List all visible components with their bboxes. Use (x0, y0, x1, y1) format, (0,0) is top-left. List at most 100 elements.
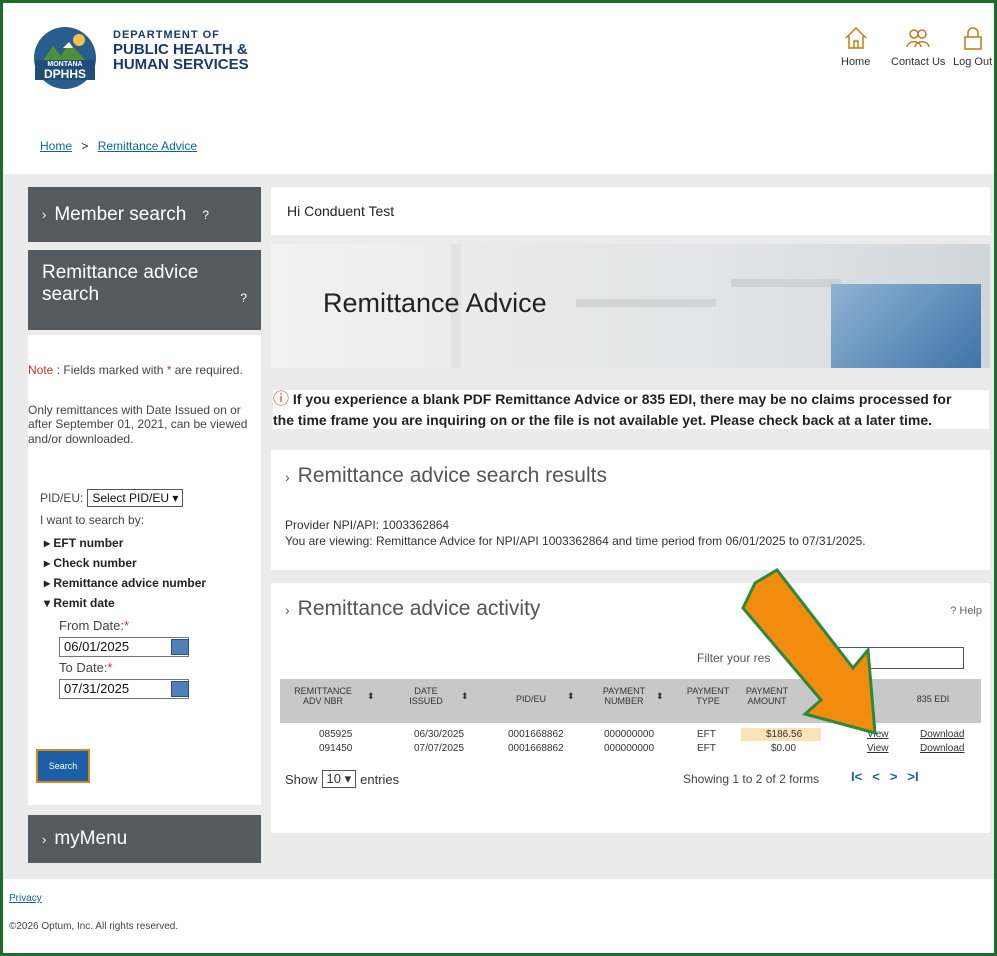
remit-search-title-line2: search (42, 283, 100, 305)
breadcrumb-separator: > (81, 139, 89, 153)
greeting-text: Hi Conduent Test (287, 203, 395, 219)
note-label: Note (28, 363, 54, 377)
option-eft-label: EFT number (53, 536, 124, 550)
activity-title: › Remittance advice activity (285, 597, 541, 620)
entries-select-value: 10 (326, 771, 341, 786)
pagination: I< < > >I (851, 769, 919, 784)
sort-icon[interactable]: ⬍ (567, 691, 575, 701)
breadcrumb: Home > Remittance Advice (40, 139, 197, 153)
first-page-button[interactable]: I< (851, 769, 862, 784)
showing-text: Showing 1 to 2 of 2 forms (683, 772, 820, 786)
to-date-input[interactable]: 07/31/2025 (59, 679, 189, 699)
option-remit-date[interactable]: ▾ Remit date (44, 593, 206, 613)
last-page-button[interactable]: >I (907, 769, 918, 784)
greeting-bar: Hi Conduent Test (271, 187, 990, 235)
results-title: › Remittance advice search results (285, 464, 607, 487)
logout-nav-button[interactable]: Log Out (953, 25, 992, 68)
remit-search-form: Note : Fields marked with * are required… (28, 335, 261, 805)
search-by-label: I want to search by: (40, 513, 145, 527)
download-link[interactable]: Download (920, 729, 964, 740)
logo-line1: DEPARTMENT OF (113, 29, 220, 41)
warning-line2: the time frame you are inquiring on or t… (273, 411, 933, 428)
note-body2: are required. (171, 363, 243, 377)
from-date-input[interactable]: 06/01/2025 (59, 637, 189, 657)
cell-payment-number: 000000000 (604, 743, 655, 754)
pid-label: PID/EU: (40, 491, 84, 505)
warning-message: ⓘ If you experience a blank PDF Remittan… (273, 390, 989, 429)
next-page-button[interactable]: > (890, 769, 898, 784)
sort-icon[interactable]: ⬍ (656, 691, 664, 701)
pid-select[interactable]: Select PID/EU ▾ (87, 489, 184, 507)
from-date-label: From Date:* (59, 618, 130, 633)
sort-icon[interactable]: ⬍ (367, 691, 375, 701)
col-header-pid[interactable]: PID/EU (511, 694, 551, 704)
cell-payment-number: 000000000 (604, 729, 655, 740)
chevron-right-icon: › (42, 207, 47, 222)
mymenu-panel[interactable]: › myMenu (28, 815, 261, 863)
entries-select[interactable]: 10 ▾ (321, 770, 357, 788)
help-link[interactable]: ? Help (950, 605, 982, 617)
search-button[interactable]: Search (36, 749, 90, 783)
cell-date-issued: 06/30/2025 (414, 729, 465, 740)
option-check-number[interactable]: ▸ Check number (44, 553, 206, 573)
prev-page-button[interactable]: < (872, 769, 880, 784)
entries-control: Show 10 ▾ entries (285, 770, 399, 788)
breadcrumb-home-link[interactable]: Home (40, 139, 72, 153)
pid-row: PID/EU: Select PID/EU ▾ (40, 489, 184, 507)
activity-title-text: Remittance advice activity (297, 597, 541, 620)
option-check-label: Check number (53, 556, 137, 570)
remit-search-title-line1: Remittance advice (42, 262, 199, 283)
contact-nav-button[interactable]: Contact Us (891, 25, 945, 68)
col-header-835-edi: 835 EDI (916, 694, 950, 704)
to-date-label: To Date:* (59, 660, 113, 675)
cell-payment-type: EFT (697, 743, 716, 754)
dphhs-logo-icon: MONTANA DPHHS (34, 27, 96, 89)
results-title-text: Remittance advice search results (297, 464, 607, 487)
option-remittance-number[interactable]: ▸ Remittance advice number (44, 573, 206, 593)
col-header-date-issued[interactable]: DATE ISSUED (401, 686, 451, 707)
cell-remit-nbr: 085925 (319, 729, 353, 740)
privacy-link[interactable]: Privacy (9, 893, 42, 904)
results-panel: › Remittance advice search results Provid… (271, 450, 990, 570)
view-link[interactable]: View (867, 743, 889, 754)
hero-banner: Remittance Advice (271, 244, 990, 368)
logout-nav-label: Log Out (953, 56, 993, 68)
col-header-remit-nbr[interactable]: REMITTANCE ADV NBR (287, 686, 359, 707)
calendar-icon[interactable] (171, 681, 189, 697)
col-header-payment-number[interactable]: PAYMENT NUMBER (599, 686, 649, 707)
remit-search-help-icon[interactable]: ? (240, 291, 247, 306)
breadcrumb-current-link[interactable]: Remittance Advice (98, 139, 197, 153)
entries-label: entries (360, 771, 400, 787)
sort-icon[interactable]: ⬍ (461, 691, 469, 701)
member-search-help-icon[interactable]: ? (202, 208, 209, 222)
mymenu-label: myMenu (54, 828, 128, 849)
contact-nav-label: Contact Us (891, 56, 946, 68)
cell-pid: 0001668862 (508, 743, 564, 754)
cell-remit-nbr: 091450 (319, 743, 353, 754)
cell-payment-type: EFT (697, 729, 716, 740)
show-label: Show (285, 771, 318, 787)
download-link[interactable]: Download (920, 743, 964, 754)
home-icon (845, 26, 867, 49)
member-search-label: Member search (54, 203, 187, 225)
warning-icon: ⓘ (273, 391, 290, 408)
member-search-panel[interactable]: › Member search ? (28, 187, 261, 242)
remit-search-panel-header: Remittance advice search ? (28, 250, 261, 330)
calendar-icon[interactable] (171, 639, 189, 655)
note-text: Note : Fields marked with * are required… (28, 363, 253, 377)
hero-photo (831, 284, 981, 368)
annotation-arrow-icon (741, 568, 877, 736)
home-nav-button[interactable]: Home (841, 25, 870, 68)
logo-line3: HUMAN SERVICES (113, 56, 249, 74)
pid-select-value: Select PID/EU (92, 491, 170, 505)
page-frame: MONTANA DPHHS DEPARTMENT OF PUBLIC HEALT… (0, 0, 997, 956)
copyright-text: ©2026 Optum, Inc. All rights reserved. (9, 921, 179, 932)
viewing-line: You are viewing: Remittance Advice for N… (285, 534, 866, 548)
provider-line: Provider NPI/API: 1003362864 (285, 518, 450, 532)
hero-title: Remittance Advice (323, 288, 547, 318)
logo-line2: PUBLIC HEALTH & (113, 40, 248, 58)
option-eft-number[interactable]: ▸ EFT number (44, 533, 206, 553)
warning-line1: If you experience a blank PDF Remittance… (292, 391, 952, 407)
search-options: ▸ EFT number ▸ Check number ▸ Remittance… (44, 533, 206, 613)
cell-pid: 0001668862 (508, 729, 564, 740)
